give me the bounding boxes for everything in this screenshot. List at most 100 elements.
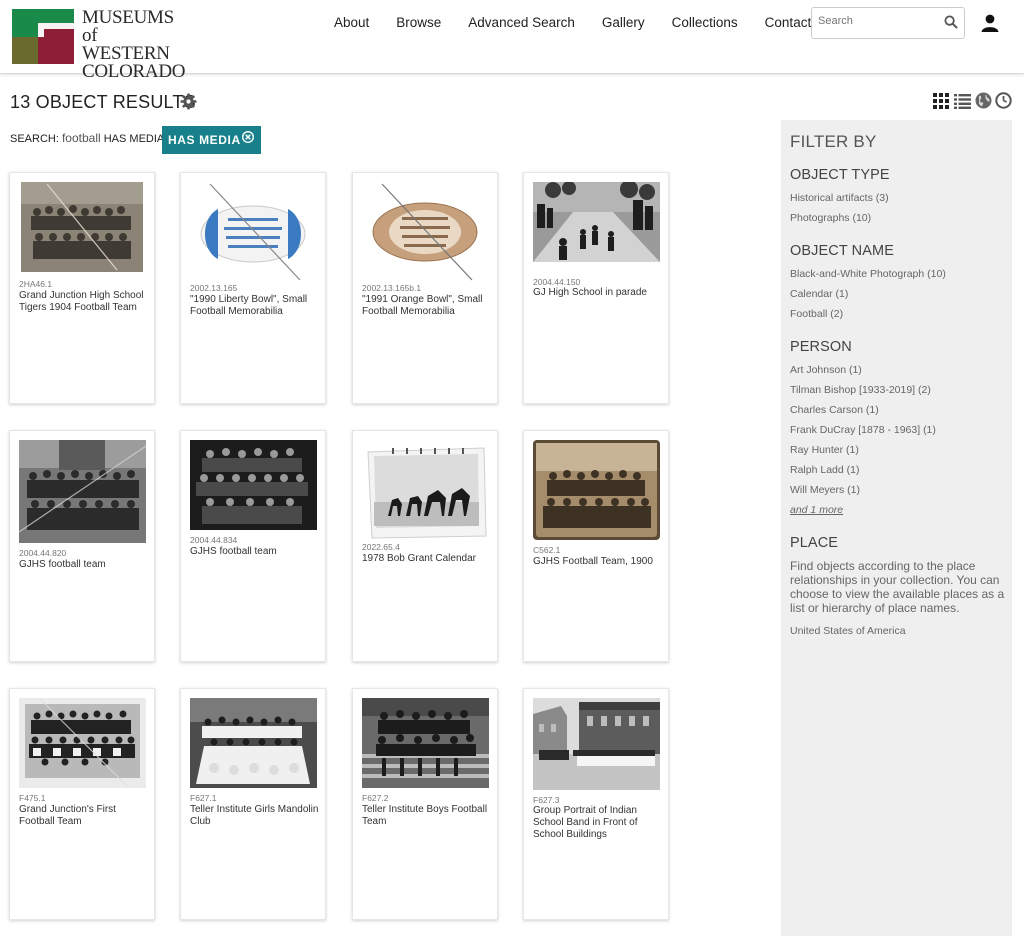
accession-number: F627.2 [362,793,389,803]
thumbnail-image[interactable] [19,182,143,272]
logo-mark-icon [12,9,74,64]
thumbnail-image[interactable] [362,698,489,788]
accession-number: 2HA46.1 [19,279,53,289]
accession-number: 2004.44.834 [190,535,238,545]
map-view-icon[interactable] [975,92,992,109]
filter-by-heading: FILTER BY [790,132,877,151]
accession-number: 2004.44.820 [19,548,67,558]
gear-icon[interactable] [180,93,197,110]
logo-line-2: of WESTERN [82,25,170,64]
facet-item[interactable]: Will Meyers (1) [790,484,860,496]
remove-filter-icon[interactable] [242,131,254,143]
facet-item[interactable]: Ralph Ladd (1) [790,464,859,476]
thumbnail-image[interactable] [533,440,660,540]
facet-item[interactable]: Calendar (1) [790,288,848,300]
facet-heading-place: PLACE [790,535,839,551]
filter-sidebar: FILTER BY OBJECT TYPE Historical artifac… [781,120,1012,936]
object-title[interactable]: Teller Institute Girls Mandolin Club [190,804,320,828]
thumbnail-image[interactable] [362,440,489,540]
thumbnail-image[interactable] [19,440,146,543]
object-title[interactable]: "1991 Orange Bowl", Small Football Memor… [362,294,492,318]
nav-gallery[interactable]: Gallery [602,15,645,31]
grid-view-icon[interactable] [933,93,949,109]
nav-contact[interactable]: Contact [765,15,812,31]
show-more-link[interactable]: and 1 more [790,504,843,516]
facet-item[interactable]: Art Johnson (1) [790,364,862,376]
result-card[interactable]: F627.3 Group Portrait of Indian School B… [523,688,669,920]
result-card[interactable]: 2022.65.4 1978 Bob Grant Calendar [352,430,498,662]
accession-number: F627.3 [533,795,560,805]
museum-logo[interactable]: MUSEUMS of WESTERN COLORADO [12,8,185,81]
accession-number: 2004.44.150 [533,277,581,287]
object-title[interactable]: Grand Junction High School Tigers 1904 F… [19,290,149,314]
accession-number: F475.1 [19,793,46,803]
result-card[interactable]: C562.1 GJHS Football Team, 1900 [523,430,669,662]
result-card[interactable]: F475.1 Grand Junction's First Football T… [9,688,155,920]
facet-item[interactable]: Photographs (10) [790,212,871,224]
has-media-chip-label: HAS MEDIA [168,133,241,147]
facet-item[interactable]: Football (2) [790,308,843,320]
accession-number: 2002.13.165b.1 [362,283,422,293]
logo-wordmark: MUSEUMS of WESTERN COLORADO [82,7,186,82]
view-toggle-group [933,92,1013,110]
logo-line-1: MUSEUMS [82,7,174,28]
active-search-summary: SEARCH: football HAS MEDIA: [10,131,167,145]
thumbnail-image[interactable] [190,698,317,788]
search-input[interactable] [818,15,938,27]
site-header: MUSEUMS of WESTERN COLORADO About Browse… [0,0,1024,81]
facet-item[interactable]: Frank DuCray [1878 - 1963] (1) [790,424,936,436]
search-box [811,7,965,39]
facet-heading-object-name: OBJECT NAME [790,243,894,259]
accession-number: F627.1 [190,793,217,803]
timeline-view-icon[interactable] [995,92,1012,109]
result-card[interactable]: 2HA46.1 Grand Junction High School Tiger… [9,172,155,404]
search-term: football [61,131,101,145]
result-card[interactable]: 2004.44.150 GJ High School in parade [523,172,669,404]
object-title[interactable]: GJ High School in parade [533,287,663,299]
facet-item[interactable]: Black-and-White Photograph (10) [790,268,946,280]
thumbnail-image[interactable] [533,182,660,262]
nav-browse[interactable]: Browse [396,15,441,31]
has-media-label: HAS MEDIA: [103,133,168,145]
result-card[interactable]: 2002.13.165b.1 "1991 Orange Bowl", Small… [352,172,498,404]
facet-heading-person: PERSON [790,339,852,355]
result-card[interactable]: F627.2 Teller Institute Boys Football Te… [352,688,498,920]
result-card[interactable]: 2004.44.820 GJHS football team [9,430,155,662]
facet-description: Find objects according to the place rela… [790,559,1005,615]
object-title[interactable]: Grand Junction's First Football Team [19,804,149,828]
object-title[interactable]: GJHS football team [19,559,149,571]
facet-item[interactable]: Tilman Bishop [1933-2019] (2) [790,384,931,396]
results-count-title: 13 OBJECT RESULTS [10,92,196,112]
accession-number: 2002.13.165 [190,283,238,293]
search-label: SEARCH: [10,133,59,145]
result-card[interactable]: 2002.13.165 "1990 Liberty Bowl", Small F… [180,172,326,404]
facet-item[interactable]: Charles Carson (1) [790,404,879,416]
object-title[interactable]: "1990 Liberty Bowl", Small Football Memo… [190,294,320,318]
nav-advanced-search[interactable]: Advanced Search [468,15,575,31]
accession-number: C562.1 [533,545,561,555]
search-icon[interactable] [944,15,958,29]
thumbnail-image[interactable] [19,698,146,788]
object-title[interactable]: GJHS Football Team, 1900 [533,556,663,568]
object-title[interactable]: Teller Institute Boys Football Team [362,804,492,828]
nav-collections[interactable]: Collections [672,15,738,31]
thumbnail-image[interactable] [190,440,317,530]
result-card[interactable]: F627.1 Teller Institute Girls Mandolin C… [180,688,326,920]
logo-line-3: COLORADO [82,61,186,82]
main-nav: About Browse Advanced Search Gallery Col… [334,15,838,31]
thumbnail-image[interactable] [190,182,316,282]
result-card[interactable]: 2004.44.834 GJHS football team [180,430,326,662]
thumbnail-image[interactable] [533,698,660,790]
list-view-icon[interactable] [954,93,971,109]
facet-item[interactable]: Historical artifacts (3) [790,192,889,204]
object-title[interactable]: GJHS football team [190,546,320,558]
facet-item[interactable]: United States of America [790,625,906,637]
facet-heading-object-type: OBJECT TYPE [790,167,890,183]
nav-about[interactable]: About [334,15,369,31]
object-title[interactable]: 1978 Bob Grant Calendar [362,553,492,565]
accession-number: 2022.65.4 [362,542,400,552]
object-title[interactable]: Group Portrait of Indian School Band in … [533,805,663,841]
user-icon[interactable] [980,13,1000,33]
thumbnail-image[interactable] [362,182,488,282]
facet-item[interactable]: Ray Hunter (1) [790,444,859,456]
